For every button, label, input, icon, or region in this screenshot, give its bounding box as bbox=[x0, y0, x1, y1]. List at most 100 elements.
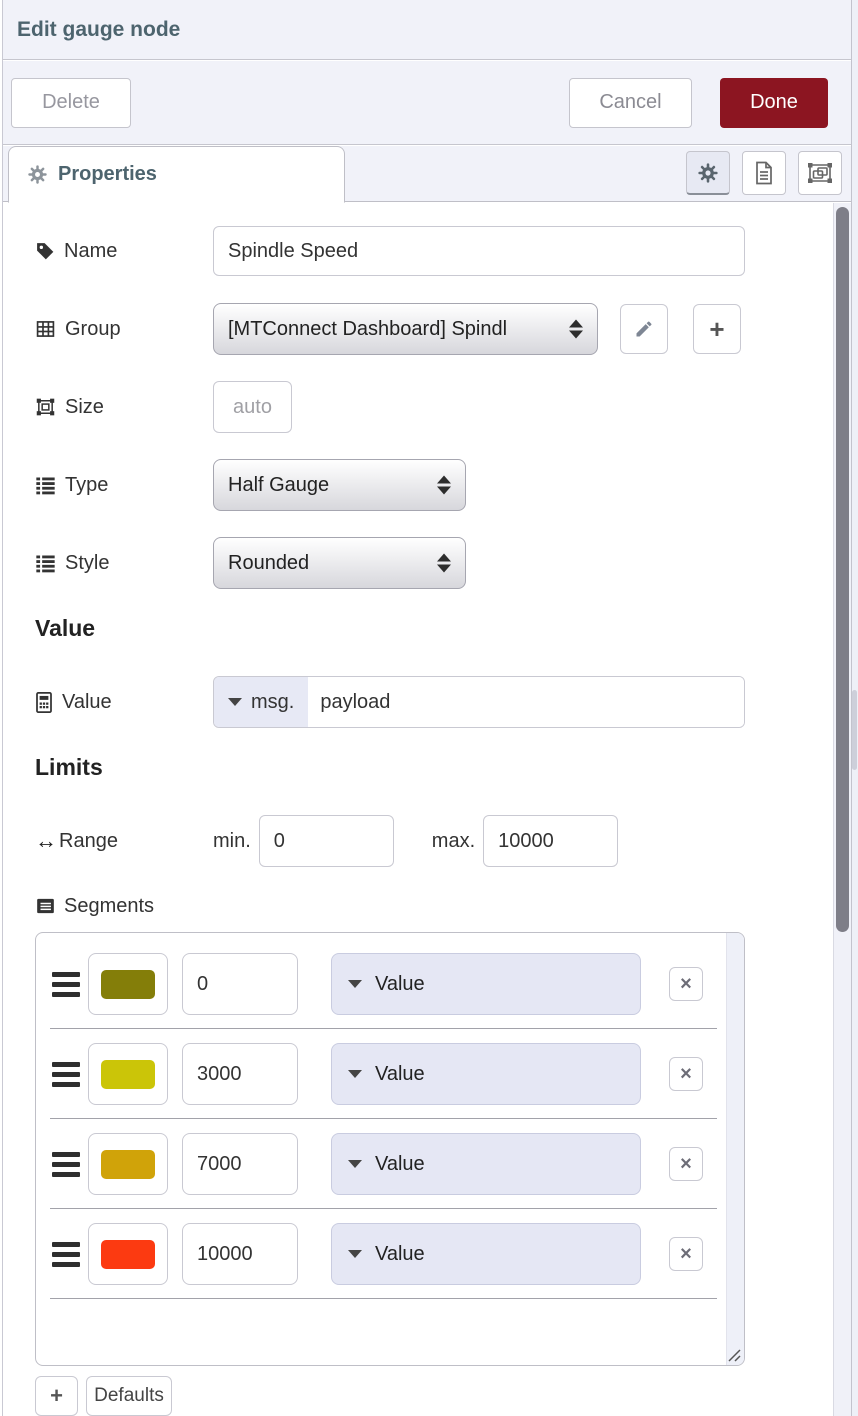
remove-segment-button[interactable]: × bbox=[669, 1237, 703, 1271]
pencil-icon bbox=[634, 319, 654, 339]
window-scrollbar-thumb[interactable] bbox=[852, 690, 857, 770]
type-label-group: Type bbox=[35, 474, 213, 497]
description-tab-button[interactable] bbox=[742, 151, 786, 195]
segments-list: Value × Value × bbox=[35, 932, 745, 1366]
caret-updown-icon bbox=[569, 320, 583, 339]
segment-value-input[interactable] bbox=[182, 1133, 298, 1195]
size-label-group: Size bbox=[35, 396, 213, 419]
range-row: ↔ Range min. max. bbox=[35, 815, 833, 867]
size-label: Size bbox=[65, 396, 104, 419]
add-group-button[interactable]: + bbox=[693, 304, 741, 354]
name-label-group: Name bbox=[35, 240, 213, 263]
value-label: Value bbox=[62, 691, 112, 714]
add-segment-button[interactable]: + bbox=[35, 1376, 78, 1416]
page-title: Edit gauge node bbox=[17, 18, 180, 42]
properties-gear-tab-button[interactable] bbox=[686, 151, 730, 195]
segment-color-button[interactable] bbox=[88, 1223, 168, 1285]
style-label: Style bbox=[65, 552, 109, 575]
remove-segment-button[interactable]: × bbox=[669, 1147, 703, 1181]
style-select[interactable]: Rounded bbox=[213, 537, 466, 589]
range-min-input[interactable] bbox=[259, 815, 394, 867]
segment-type-selector[interactable]: Value bbox=[331, 953, 641, 1015]
value-prefix-label: msg. bbox=[251, 691, 294, 714]
list-icon bbox=[35, 553, 56, 573]
segment-value-input[interactable] bbox=[182, 1223, 298, 1285]
caret-down-icon bbox=[348, 980, 362, 988]
segment-color-swatch bbox=[101, 1240, 155, 1269]
range-label: Range bbox=[59, 830, 118, 853]
segment-color-swatch bbox=[101, 1150, 155, 1179]
segment-row: Value × bbox=[36, 939, 744, 1029]
range-min-label: min. bbox=[213, 830, 251, 853]
value-input[interactable] bbox=[308, 677, 744, 727]
segment-type-label: Value bbox=[375, 1063, 425, 1086]
type-select[interactable]: Half Gauge bbox=[213, 459, 466, 511]
close-icon: × bbox=[680, 1154, 692, 1174]
caret-down-icon bbox=[348, 1250, 362, 1258]
name-input[interactable] bbox=[213, 226, 745, 276]
edit-gauge-dialog: Edit gauge node Delete Cancel Done bbox=[0, 0, 852, 1416]
group-row: Group [MTConnect Dashboard] Spindl + bbox=[35, 303, 833, 355]
caret-updown-icon bbox=[437, 476, 451, 495]
group-select-value: [MTConnect Dashboard] Spindl bbox=[228, 318, 507, 341]
type-select-value: Half Gauge bbox=[228, 474, 329, 497]
segment-row: Value × bbox=[36, 1209, 744, 1299]
tab-properties[interactable]: Properties bbox=[8, 146, 345, 203]
name-row: Name bbox=[35, 225, 833, 277]
range-max-label: max. bbox=[432, 830, 475, 853]
group-select[interactable]: [MTConnect Dashboard] Spindl bbox=[213, 303, 598, 355]
appearance-icon bbox=[807, 161, 833, 185]
caret-down-icon bbox=[228, 698, 242, 706]
segment-color-button[interactable] bbox=[88, 1133, 168, 1195]
list-icon bbox=[35, 475, 56, 495]
tab-icon-buttons bbox=[686, 151, 842, 195]
defaults-button[interactable]: Defaults bbox=[86, 1376, 172, 1416]
segments-actions: + Defaults bbox=[35, 1376, 833, 1416]
dialog-toolbar: Delete Cancel Done bbox=[3, 61, 851, 145]
segment-value-input[interactable] bbox=[182, 1043, 298, 1105]
dialog-scrollbar-thumb[interactable] bbox=[836, 207, 849, 932]
segment-row: Value × bbox=[36, 1119, 744, 1209]
edit-group-button[interactable] bbox=[620, 304, 668, 354]
segment-type-selector[interactable]: Value bbox=[331, 1043, 641, 1105]
delete-button[interactable]: Delete bbox=[11, 78, 131, 128]
value-section-heading: Value bbox=[35, 615, 833, 642]
done-button[interactable]: Done bbox=[720, 78, 828, 128]
calculator-icon bbox=[35, 692, 53, 713]
segment-type-selector[interactable]: Value bbox=[331, 1223, 641, 1285]
drag-handle-icon[interactable] bbox=[52, 1152, 80, 1177]
segment-row: Value × bbox=[36, 1029, 744, 1119]
style-label-group: Style bbox=[35, 552, 213, 575]
segment-color-button[interactable] bbox=[88, 1043, 168, 1105]
name-label: Name bbox=[64, 240, 117, 263]
segment-value-input[interactable] bbox=[182, 953, 298, 1015]
gear-icon bbox=[27, 164, 48, 185]
close-icon: × bbox=[680, 1244, 692, 1264]
remove-segment-button[interactable]: × bbox=[669, 967, 703, 1001]
size-auto-button[interactable]: auto bbox=[213, 381, 292, 433]
drag-handle-icon[interactable] bbox=[52, 1062, 80, 1087]
drag-handle-icon[interactable] bbox=[52, 1242, 80, 1267]
plus-icon: + bbox=[709, 316, 724, 342]
segment-color-button[interactable] bbox=[88, 953, 168, 1015]
table-icon bbox=[35, 319, 56, 339]
value-type-selector[interactable]: msg. bbox=[214, 677, 308, 727]
cancel-button[interactable]: Cancel bbox=[569, 78, 692, 128]
range-max-input[interactable] bbox=[483, 815, 618, 867]
dialog-scrollbar-track[interactable] bbox=[833, 203, 851, 1416]
remove-segment-button[interactable]: × bbox=[669, 1057, 703, 1091]
caret-down-icon bbox=[348, 1070, 362, 1078]
segments-rows: Value × Value × bbox=[36, 933, 744, 1299]
arrows-h-icon: ↔ bbox=[35, 828, 57, 854]
tab-bar: Properties bbox=[3, 146, 851, 202]
segment-type-label: Value bbox=[375, 973, 425, 996]
tag-icon bbox=[35, 241, 55, 261]
resize-handle-icon[interactable] bbox=[725, 1346, 743, 1364]
document-icon bbox=[753, 161, 775, 185]
segment-color-swatch bbox=[101, 1060, 155, 1089]
group-label: Group bbox=[65, 318, 121, 341]
value-typed-input: msg. bbox=[213, 676, 745, 728]
segment-type-selector[interactable]: Value bbox=[331, 1133, 641, 1195]
appearance-tab-button[interactable] bbox=[798, 151, 842, 195]
drag-handle-icon[interactable] bbox=[52, 972, 80, 997]
